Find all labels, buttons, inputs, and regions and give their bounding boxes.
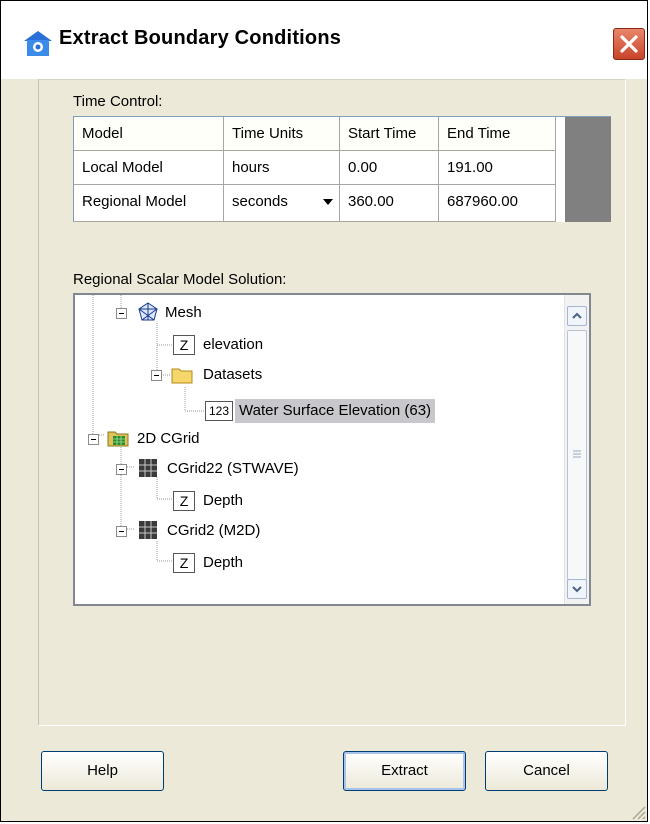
tree-node-label: elevation	[203, 336, 264, 353]
tree-node-label: Depth	[203, 554, 244, 571]
grid-icon	[139, 459, 157, 477]
tree-node-mesh[interactable]: Mesh	[75, 301, 555, 325]
time-control-label: Time Control:	[73, 93, 163, 110]
tree-node-label-selected: Water Surface Elevation (63)	[235, 399, 436, 423]
app-icon	[24, 31, 52, 56]
row-local-model-units[interactable]: hours	[224, 151, 340, 185]
tree-node-cgrid22[interactable]: CGrid22 (STWAVE)	[75, 457, 555, 481]
scalar-z-icon: Z	[173, 335, 195, 355]
collapse-toggle[interactable]	[116, 526, 127, 537]
time-control-grid: Model Time Units Start Time End Time Loc…	[73, 116, 611, 222]
row-regional-model-start[interactable]: 360.00	[340, 185, 439, 222]
dataset-123-icon: 123	[205, 401, 233, 421]
title-bar: Extract Boundary Conditions	[1, 1, 647, 79]
tree-node-water-surface-elevation[interactable]: 123 Water Surface Elevation (63)	[75, 399, 555, 423]
tree-node-elevation[interactable]: Z elevation	[75, 333, 555, 357]
column-header-end-time: End Time	[439, 117, 556, 151]
tree-node-datasets[interactable]: Datasets	[75, 363, 555, 387]
grip-icon	[573, 450, 581, 458]
column-header-model: Model	[74, 117, 224, 151]
extract-button[interactable]: Extract	[343, 751, 466, 791]
column-header-start-time: Start Time	[340, 117, 439, 151]
scroll-up-button[interactable]	[567, 306, 587, 326]
tree-node-depth-2[interactable]: Z Depth	[75, 551, 555, 575]
tree-node-label: Depth	[203, 492, 244, 509]
tree-node-label: Mesh	[165, 304, 202, 321]
tree-node-label: CGrid2 (M2D)	[167, 522, 261, 539]
regional-solution-label: Regional Scalar Model Solution:	[73, 271, 287, 288]
mesh-icon	[138, 302, 158, 321]
regional-solution-tree[interactable]: Mesh Z elevation Datasets 123 Water Surf…	[73, 293, 591, 606]
tree-node-label: Datasets	[203, 366, 263, 383]
chevron-up-icon	[572, 312, 582, 319]
dialog-window: Extract Boundary Conditions Time Control…	[0, 0, 648, 822]
cgrid-icon	[107, 431, 129, 447]
grid-scroll-area	[565, 117, 611, 222]
tree-scrollbar[interactable]	[564, 295, 589, 604]
tree-node-label: 2D CGrid	[137, 430, 200, 447]
column-header-time-units: Time Units	[224, 117, 340, 151]
dropdown-arrow-button[interactable]	[318, 190, 338, 213]
help-button[interactable]: Help	[41, 751, 164, 791]
row-local-model-name: Local Model	[74, 151, 224, 185]
window-title: Extract Boundary Conditions	[59, 27, 342, 49]
row-local-model-end[interactable]: 191.00	[439, 151, 556, 185]
scroll-down-button[interactable]	[567, 579, 587, 599]
close-button[interactable]	[613, 28, 645, 60]
time-units-dropdown[interactable]: seconds	[224, 185, 340, 222]
resize-grip-icon[interactable]	[627, 801, 647, 821]
scalar-z-icon: Z	[173, 491, 195, 511]
scroll-thumb[interactable]	[567, 330, 587, 580]
row-regional-model-end[interactable]: 687960.00	[439, 185, 556, 222]
tree-node-depth-1[interactable]: Z Depth	[75, 489, 555, 513]
collapse-toggle[interactable]	[116, 464, 127, 475]
tree-node-2d-cgrid[interactable]: 2D CGrid	[75, 427, 555, 451]
collapse-toggle[interactable]	[88, 434, 99, 445]
cancel-button[interactable]: Cancel	[485, 751, 608, 791]
scalar-z-icon: Z	[173, 553, 195, 573]
collapse-toggle[interactable]	[151, 370, 162, 381]
tree-node-cgrid2[interactable]: CGrid2 (M2D)	[75, 519, 555, 543]
row-local-model-start[interactable]: 0.00	[340, 151, 439, 185]
row-regional-model-name: Regional Model	[74, 185, 224, 222]
close-icon	[620, 35, 638, 53]
chevron-down-icon	[572, 586, 582, 593]
collapse-toggle[interactable]	[116, 308, 127, 319]
tree-node-label: CGrid22 (STWAVE)	[167, 460, 299, 477]
chevron-down-icon	[323, 199, 333, 205]
time-units-dropdown-value: seconds	[232, 193, 288, 210]
grid-icon	[139, 521, 157, 539]
folder-icon	[171, 368, 193, 384]
